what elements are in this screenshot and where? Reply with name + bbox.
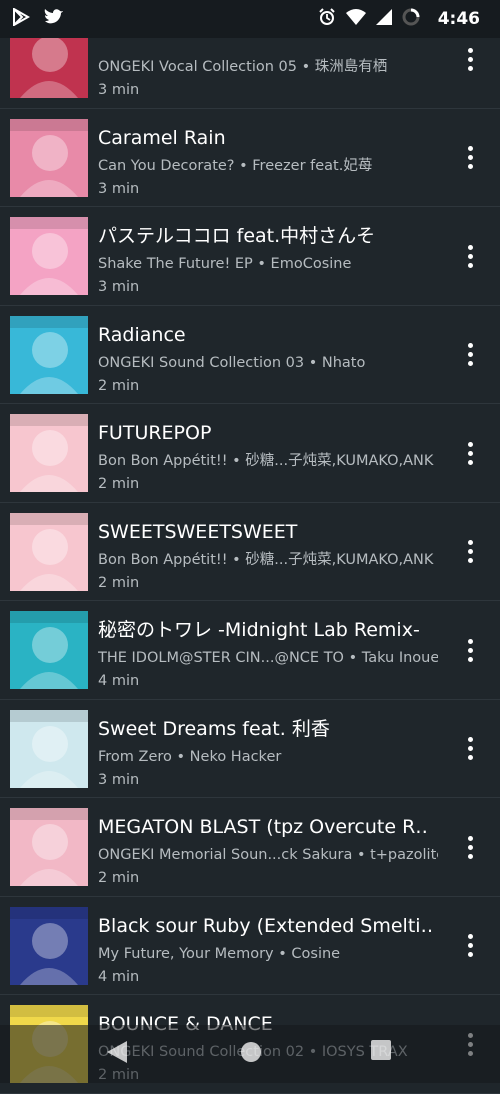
song-subtitle: Shake The Future! EP • EmoCosine (98, 256, 352, 272)
song-row[interactable]: パステルココロ feat.中村さんそ Shake The Future! EP … (0, 207, 500, 306)
clock: 4:46 (437, 9, 480, 29)
home-icon[interactable] (238, 1039, 264, 1069)
wifi-icon (345, 9, 366, 29)
signal-icon (375, 9, 392, 29)
song-duration: 3 min (98, 279, 140, 295)
song-title: Caramel Rain (98, 126, 226, 149)
twitter-icon (44, 8, 64, 30)
song-duration: 2 min (98, 870, 140, 886)
album-art-image (10, 217, 88, 295)
album-art (10, 709, 88, 788)
song-title: 秘密のトワレ -Midnight Lab Remix- (98, 619, 420, 641)
more-options-icon[interactable] (458, 241, 482, 271)
song-row[interactable]: Radiance ONGEKI Sound Collection 03 • Nh… (0, 305, 500, 404)
song-row[interactable]: SWEETSWEETSWEET Bon Bon Appétit!! • 砂糖..… (0, 502, 500, 601)
more-options-icon[interactable] (458, 832, 482, 862)
song-duration: 4 min (98, 968, 140, 985)
battery-icon (402, 8, 420, 30)
album-art-image (10, 414, 88, 492)
song-subtitle: ONGEKI Sound Collection 03 • Nhato (98, 354, 366, 371)
song-duration: 4 min (98, 673, 140, 689)
song-title: MEGATON BLAST (tpz Overcute R‥ (98, 816, 428, 838)
album-art-image (10, 808, 88, 886)
album-art (10, 315, 88, 394)
song-row[interactable]: FUTUREPOP Bon Bon Appétit!! • 砂糖...子炖菜,K… (0, 404, 500, 503)
album-art (10, 217, 88, 295)
song-title: Sweet Dreams feat. 利香 (98, 717, 330, 740)
song-row[interactable]: Caramel Rain Can You Decorate? • Freezer… (0, 108, 500, 207)
song-duration: 2 min (98, 574, 140, 591)
song-subtitle: From Zero • Neko Hacker (98, 748, 282, 765)
song-title: パステルココロ feat.中村さんそ (98, 225, 376, 247)
album-art (10, 906, 88, 985)
more-options-icon[interactable] (458, 340, 482, 370)
more-options-icon[interactable] (458, 143, 482, 173)
album-art (10, 118, 88, 197)
song-title: FUTUREPOP (98, 422, 212, 444)
album-art (10, 512, 88, 591)
song-row[interactable]: Black sour Ruby (Extended Smelti‥ My Fut… (0, 896, 500, 995)
song-subtitle: ONGEKI Vocal Collection 05 • 珠洲島有栖 (98, 59, 388, 75)
play-store-icon (12, 7, 31, 30)
song-title: SWEETSWEETSWEET (98, 520, 298, 543)
album-art (10, 808, 88, 886)
alarm-icon (318, 8, 336, 30)
more-options-icon[interactable] (458, 734, 482, 764)
song-subtitle: THE IDOLM@STER CIN...@NCE TO • Taku Inou… (98, 650, 438, 666)
more-options-icon[interactable] (458, 931, 482, 961)
song-duration: 2 min (98, 476, 140, 492)
back-icon[interactable] (105, 1039, 129, 1069)
song-subtitle: ONGEKI Memorial Soun...ck Sakura • t+paz… (98, 847, 438, 863)
song-subtitle: Bon Bon Appétit!! • 砂糖...子炖菜,KUMAKO,ANK (98, 453, 434, 469)
song-subtitle: Bon Bon Appétit!! • 砂糖...子炖菜,KUMAKO,ANK (98, 551, 434, 568)
song-row[interactable]: Sweet Dreams feat. 利香 From Zero • Neko H… (0, 699, 500, 798)
song-list[interactable]: ONGEKI Vocal Collection 05 • 珠洲島有栖 3 min… (0, 10, 500, 1094)
more-options-icon[interactable] (458, 635, 482, 665)
more-options-icon[interactable] (458, 44, 482, 74)
song-row[interactable]: 秘密のトワレ -Midnight Lab Remix- THE IDOLM@ST… (0, 601, 500, 700)
song-row[interactable]: MEGATON BLAST (tpz Overcute R‥ ONGEKI Me… (0, 798, 500, 897)
song-duration: 3 min (98, 180, 140, 197)
song-duration: 3 min (98, 82, 140, 98)
album-art-image (10, 709, 88, 788)
more-options-icon[interactable] (458, 537, 482, 567)
album-art-image (10, 906, 88, 985)
navigation-bar (0, 1025, 500, 1083)
song-title: Black sour Ruby (Extended Smelti‥ (98, 914, 434, 937)
album-art-image (10, 512, 88, 591)
status-bar: 4:46 (0, 0, 500, 38)
song-subtitle: Can You Decorate? • Freezer feat.妃苺 (98, 157, 373, 174)
song-duration: 2 min (98, 377, 140, 394)
album-art-image (10, 118, 88, 197)
song-title: Radiance (98, 323, 186, 346)
album-art-image (10, 611, 88, 689)
album-art (10, 414, 88, 492)
song-duration: 3 min (98, 771, 140, 788)
more-options-icon[interactable] (458, 438, 482, 468)
album-art (10, 611, 88, 689)
recents-icon[interactable] (370, 1039, 392, 1065)
album-art-image (10, 315, 88, 394)
song-subtitle: My Future, Your Memory • Cosine (98, 945, 341, 962)
